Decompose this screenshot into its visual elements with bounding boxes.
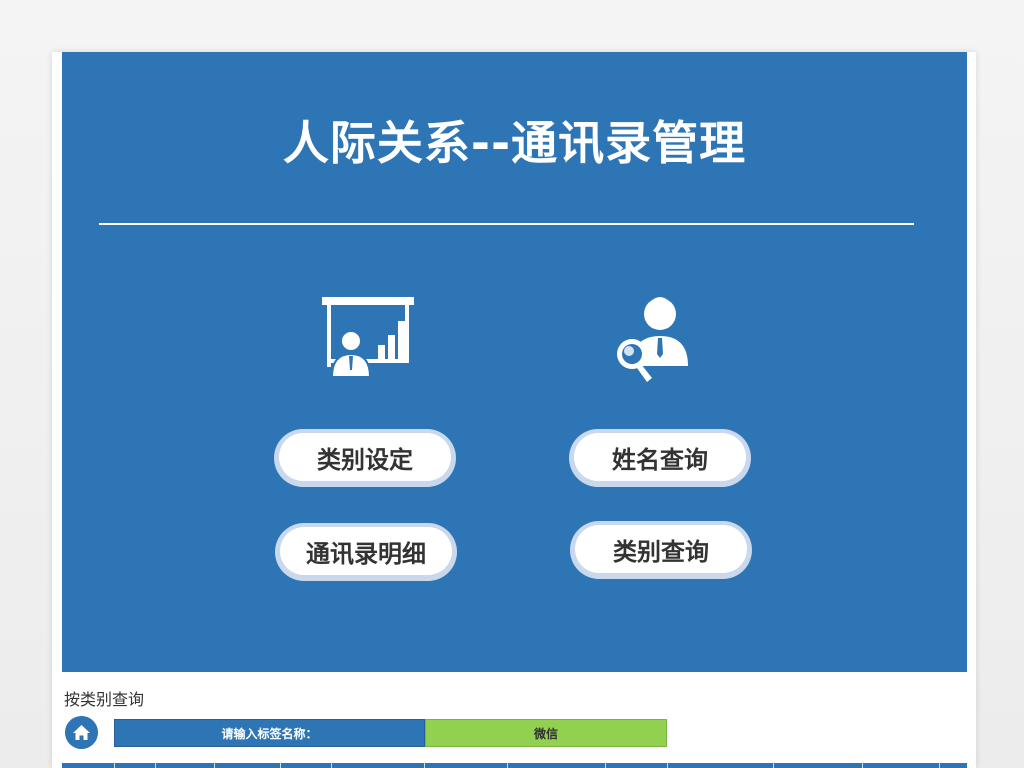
page-title: 人际关系--通讯录管理	[282, 116, 747, 170]
page-background: 人际关系--通讯录管理 类别设定 姓名查询 通讯录明细 类别查询 按类别查询 请…	[0, 0, 1024, 768]
presentation-chart-icon	[322, 297, 414, 377]
category-query-button[interactable]: 类别查询	[570, 521, 752, 579]
section-title: 按类别查询	[64, 690, 145, 709]
category-query-label: 类别查询	[575, 525, 747, 573]
category-setting-button[interactable]: 类别设定	[274, 429, 456, 487]
main-menu-panel: 人际关系--通讯录管理 类别设定 姓名查询 通讯录明细 类别查询	[62, 52, 967, 672]
contacts-detail-button[interactable]: 通讯录明细	[275, 523, 457, 581]
title-divider	[99, 223, 914, 225]
name-query-button[interactable]: 姓名查询	[569, 429, 751, 487]
spreadsheet-sheet: 人际关系--通讯录管理 类别设定 姓名查询 通讯录明细 类别查询 按类别查询 请…	[52, 52, 976, 768]
table-header-strip	[62, 763, 967, 768]
tag-name-input[interactable]: 微信	[425, 719, 667, 747]
home-icon[interactable]	[65, 716, 98, 749]
contacts-detail-label: 通讯录明细	[280, 527, 452, 575]
name-query-label: 姓名查询	[574, 433, 746, 481]
category-setting-label: 类别设定	[279, 433, 451, 481]
tag-name-label: 请输入标签名称：	[114, 719, 425, 747]
person-search-icon	[617, 297, 688, 382]
